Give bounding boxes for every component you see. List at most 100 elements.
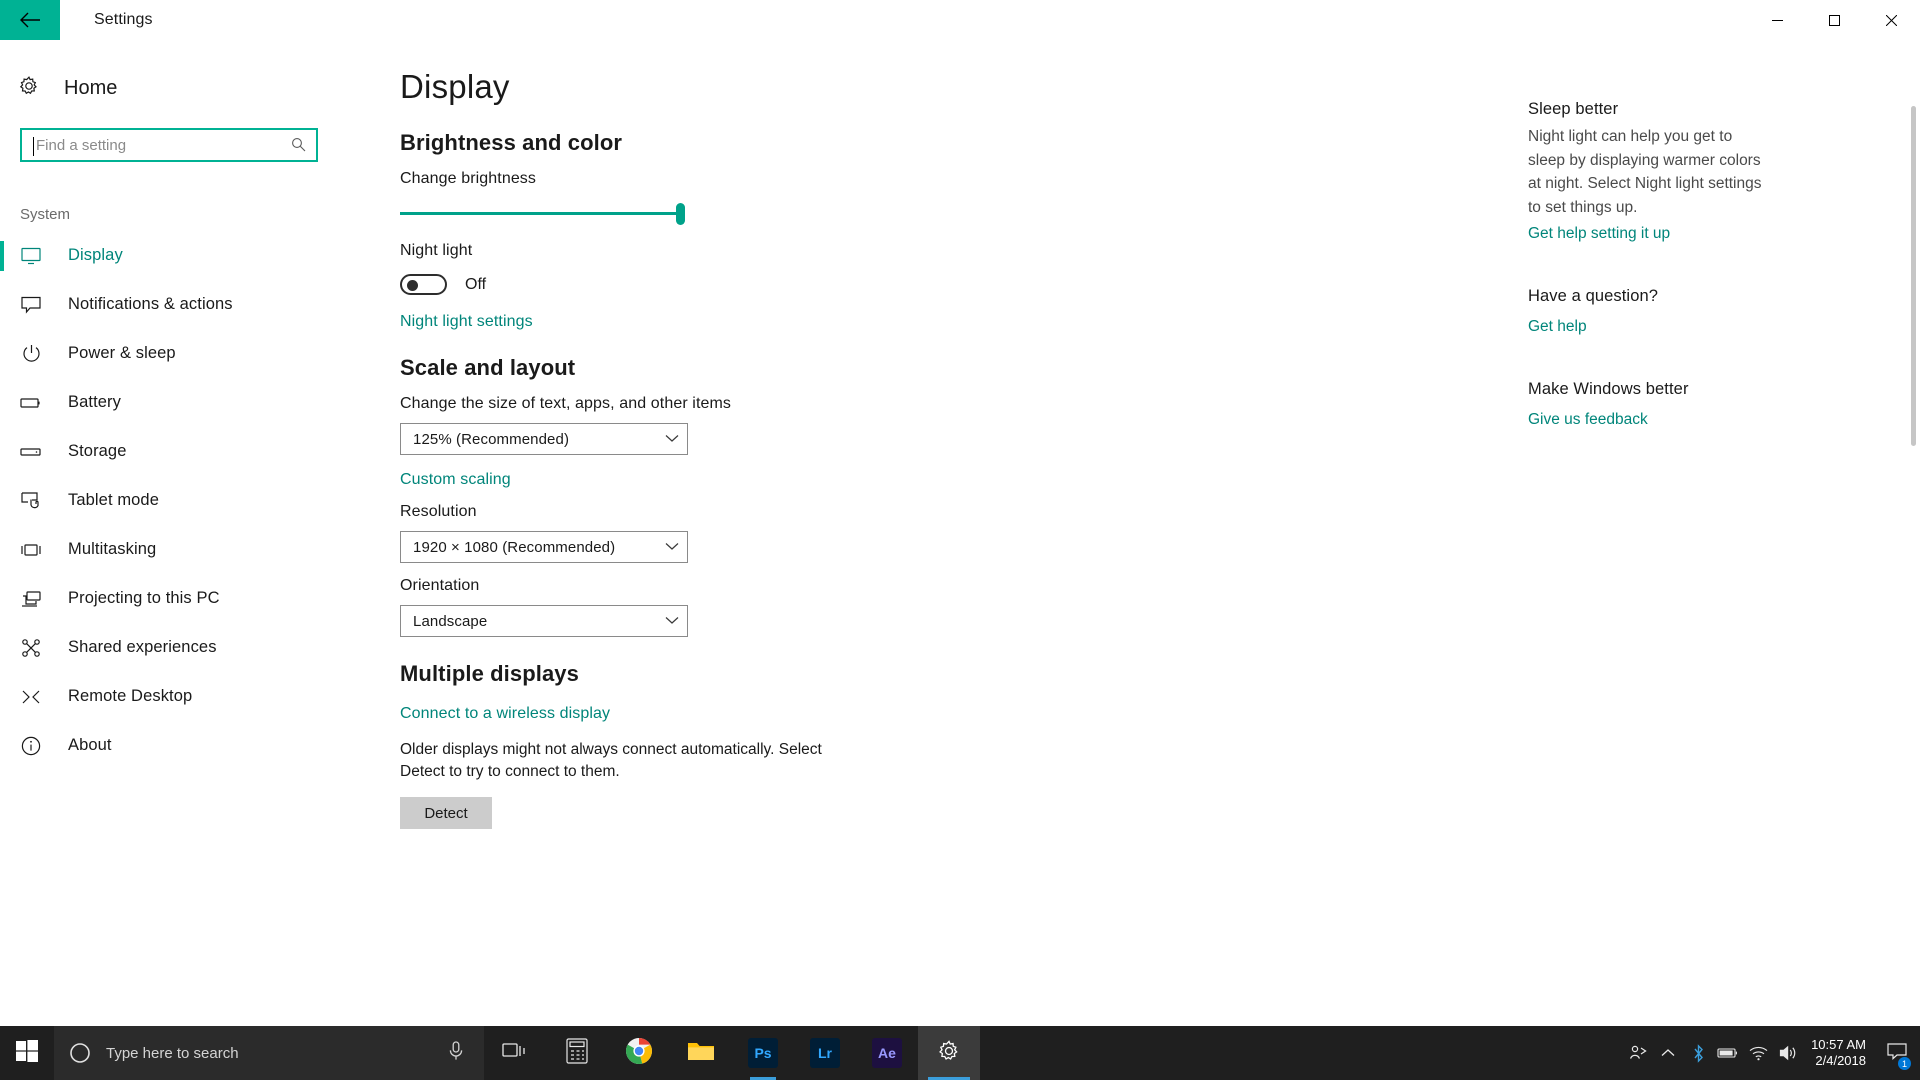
multitasking-icon <box>20 543 42 557</box>
folder-icon <box>687 1039 715 1068</box>
chevron-down-icon <box>665 430 679 448</box>
resolution-dropdown[interactable]: 1920 × 1080 (Recommended) <box>400 531 688 563</box>
search-input[interactable] <box>22 130 272 160</box>
sidebar-group-title: System <box>20 206 71 223</box>
speaker-icon[interactable] <box>1773 1026 1803 1080</box>
sidebar-item-multitasking[interactable]: Multitasking <box>0 525 400 574</box>
change-brightness-label: Change brightness <box>400 170 537 187</box>
night-light-settings-link[interactable]: Night light settings <box>400 313 533 331</box>
taskbar-item-adobe-photoshop[interactable]: Ps <box>732 1026 794 1080</box>
sidebar-item-battery[interactable]: Battery <box>0 378 400 427</box>
task-view-icon <box>502 1041 528 1066</box>
sidebar-item-storage[interactable]: Storage <box>0 427 400 476</box>
taskbar-item-file-explorer[interactable] <box>670 1026 732 1080</box>
sidebar-item-remote-desktop[interactable]: Remote Desktop <box>0 672 400 721</box>
section-heading-scale-and-layout: Scale and layout <box>400 355 576 380</box>
minimize-button[interactable] <box>1749 0 1806 40</box>
back-button[interactable] <box>0 0 60 40</box>
chrome-icon <box>625 1037 653 1070</box>
sidebar-item-label: Shared experiences <box>68 638 217 656</box>
gear-icon <box>937 1039 961 1068</box>
microphone-icon[interactable] <box>448 1041 464 1066</box>
page-title: Display <box>400 68 510 105</box>
taskbar-item-calculator[interactable] <box>546 1026 608 1080</box>
get-help-setting-it-up-link[interactable]: Get help setting it up <box>1528 225 1670 243</box>
battery-icon[interactable] <box>1713 1026 1743 1080</box>
sidebar-item-about[interactable]: About <box>0 721 400 770</box>
scale-label: Change the size of text, apps, and other… <box>400 395 732 412</box>
speech-bubble-icon <box>20 296 42 314</box>
sidebar-item-label: Multitasking <box>68 540 157 558</box>
scrollbar-thumb[interactable] <box>1911 106 1916 446</box>
search-icon[interactable] <box>291 137 306 157</box>
windows-logo-icon <box>16 1039 38 1067</box>
taskbar-search[interactable]: Type here to search <box>54 1026 484 1080</box>
multiple-displays-description: Older displays might not always connect … <box>400 741 822 780</box>
custom-scaling-link[interactable]: Custom scaling <box>400 471 511 489</box>
resolution-dropdown-value: 1920 × 1080 (Recommended) <box>413 538 616 556</box>
brightness-slider-thumb[interactable] <box>676 203 685 225</box>
taskbar-item-settings[interactable] <box>918 1026 980 1080</box>
get-help-link[interactable]: Get help <box>1528 318 1587 336</box>
start-button[interactable] <box>0 1026 54 1080</box>
sidebar-item-tablet-mode[interactable]: Tablet mode <box>0 476 400 525</box>
search-caret <box>33 137 34 156</box>
page-scrollbar[interactable] <box>1911 106 1916 826</box>
sidebar-item-home[interactable]: Home <box>0 66 400 110</box>
orientation-dropdown[interactable]: Landscape <box>400 605 688 637</box>
chevron-down-icon <box>665 538 679 556</box>
help-block-heading: Have a question? <box>1528 287 1659 306</box>
help-block-heading: Sleep better <box>1528 100 1619 118</box>
help-block-heading: Make Windows better <box>1528 380 1689 399</box>
sidebar-item-projecting-to-this-pc[interactable]: Projecting to this PC <box>0 574 400 623</box>
night-light-toggle[interactable] <box>400 274 447 295</box>
photoshop-icon: Ps <box>748 1038 778 1068</box>
display-settings-content: Display Brightness and color Change brig… <box>400 40 1520 1054</box>
taskbar-app-icons: Ps Lr Ae <box>484 1026 980 1080</box>
chevron-up-icon[interactable] <box>1653 1026 1683 1080</box>
tablet-touch-icon <box>20 491 42 510</box>
taskbar-item-google-chrome[interactable] <box>608 1026 670 1080</box>
clock-time: 10:57 AM <box>1811 1036 1866 1052</box>
sidebar-item-display[interactable]: Display <box>0 231 400 280</box>
scale-dropdown[interactable]: 125% (Recommended) <box>400 423 688 455</box>
taskbar-clock[interactable]: 10:57 AM 2/4/2018 <box>1803 1026 1878 1080</box>
meet-now-icon[interactable] <box>1623 1026 1653 1080</box>
section-heading-brightness-and-color: Brightness and color <box>400 130 623 155</box>
taskbar-item-task-view[interactable] <box>484 1026 546 1080</box>
bluetooth-icon[interactable] <box>1683 1026 1713 1080</box>
notification-center-button[interactable]: 1 <box>1878 1026 1916 1080</box>
taskbar-item-adobe-lightroom[interactable]: Lr <box>794 1026 856 1080</box>
section-heading-multiple-displays: Multiple displays <box>400 661 579 686</box>
taskbar-search-placeholder: Type here to search <box>106 1044 239 1062</box>
search-box[interactable] <box>20 128 318 162</box>
connect-wireless-display-link[interactable]: Connect to a wireless display <box>400 705 610 723</box>
night-light-state: Off <box>465 275 487 293</box>
window-controls <box>1749 0 1920 40</box>
give-us-feedback-link[interactable]: Give us feedback <box>1528 411 1648 429</box>
help-block-make-windows-better: Make Windows better Give us feedback <box>1528 380 1860 429</box>
calculator-icon <box>566 1037 588 1069</box>
sidebar-item-label: Storage <box>68 442 127 460</box>
sidebar-item-power-sleep[interactable]: Power & sleep <box>0 329 400 378</box>
sidebar-item-label: About <box>68 736 112 754</box>
wifi-icon[interactable] <box>1743 1026 1773 1080</box>
brightness-slider[interactable] <box>400 200 685 228</box>
sidebar-item-notifications-actions[interactable]: Notifications & actions <box>0 280 400 329</box>
sidebar-item-shared-experiences[interactable]: Shared experiences <box>0 623 400 672</box>
detect-button[interactable]: Detect <box>400 797 492 829</box>
remote-desktop-icon <box>20 688 42 706</box>
toggle-knob <box>407 280 418 291</box>
scale-dropdown-value: 125% (Recommended) <box>413 430 570 448</box>
sidebar-item-label: Remote Desktop <box>68 687 193 705</box>
close-button[interactable] <box>1863 0 1920 40</box>
window-titlebar: Settings <box>0 0 1920 40</box>
arrow-left-icon <box>19 12 41 28</box>
night-light-label: Night light <box>400 242 473 259</box>
storage-icon <box>20 446 42 458</box>
battery-icon <box>20 397 42 409</box>
taskbar-item-adobe-after-effects[interactable]: Ae <box>856 1026 918 1080</box>
related-settings-panel: Sleep better Night light can help you ge… <box>1528 40 1860 473</box>
help-block-sleep-better: Sleep better Night light can help you ge… <box>1528 100 1860 243</box>
maximize-button[interactable] <box>1806 0 1863 40</box>
